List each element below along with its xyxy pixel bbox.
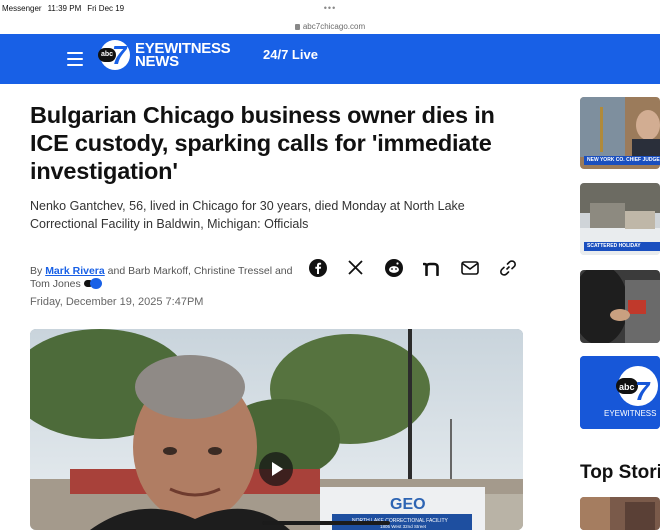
- top-stories-heading: Top Stories: [580, 462, 660, 483]
- more-dots-icon[interactable]: •••: [324, 3, 336, 13]
- svg-text:abc: abc: [619, 382, 635, 392]
- article-byline: By Mark Rivera and Barb Markoff, Christi…: [30, 265, 300, 291]
- thumb2-chyron: SCATTERED HOLIDAY: [584, 242, 660, 251]
- logo-seven-text: 7: [112, 40, 127, 70]
- live-stream-link[interactable]: 24/7 Live: [263, 47, 318, 62]
- address-bar[interactable]: abc7chicago.com: [0, 22, 660, 31]
- lock-icon: [294, 24, 300, 30]
- email-icon[interactable]: [459, 257, 480, 278]
- article-video[interactable]: GEO NORTH LAKE CORRECTIONAL FACILITY 180…: [30, 329, 523, 530]
- author-link[interactable]: Mark Rivera: [45, 265, 105, 277]
- byline-prefix: By: [30, 265, 43, 277]
- status-app-name[interactable]: Messenger: [2, 4, 42, 13]
- thumb4-image: abc 7 EYEWITNESS: [580, 356, 660, 429]
- related-story-thumb-3[interactable]: [580, 270, 660, 343]
- related-story-thumb-1[interactable]: NEW YORK CO. CHIEF JUDGE TO RESIGN: [580, 97, 660, 169]
- logo-wordmark: EYEWITNESS NEWS: [135, 41, 231, 69]
- nextdoor-icon[interactable]: [421, 257, 442, 278]
- status-date: Fri Dec 19: [87, 3, 125, 13]
- thumb3-image: [580, 270, 660, 343]
- site-header: abc 7 EYEWITNESS NEWS 24/7 Live: [0, 34, 660, 84]
- top-story-thumb-1[interactable]: [580, 497, 660, 530]
- article-headline: Bulgarian Chicago business owner dies in…: [30, 102, 495, 184]
- related-story-thumb-4[interactable]: abc 7 EYEWITNESS: [580, 356, 660, 429]
- thumb1-chyron: NEW YORK CO. CHIEF JUDGE TO RESIGN: [584, 156, 660, 165]
- video-play-button[interactable]: [259, 452, 293, 486]
- thumb4-caption: EYEWITNESS: [604, 409, 656, 418]
- article-date: Friday, December 19, 2025 7:47PM: [30, 296, 204, 308]
- video-sign-brand: GEO: [390, 496, 426, 513]
- facebook-icon[interactable]: [307, 257, 328, 278]
- status-time: 11:39 PM: [47, 3, 82, 13]
- copy-link-icon[interactable]: [497, 257, 518, 278]
- article-subhead: Nenko Gantchev, 56, lived in Chicago for…: [30, 199, 465, 231]
- status-bar: Messenger 11:39 PM Fri Dec 19 •••: [0, 0, 660, 16]
- share-bar: [307, 257, 518, 278]
- hamburger-menu-icon[interactable]: [67, 52, 83, 66]
- top-story-thumb-image: [580, 497, 660, 530]
- site-logo[interactable]: abc 7 EYEWITNESS NEWS: [98, 40, 231, 70]
- related-story-thumb-2[interactable]: SCATTERED HOLIDAY: [580, 183, 660, 255]
- reddit-icon[interactable]: [383, 257, 404, 278]
- abc7-logo-icon: abc 7: [98, 40, 130, 70]
- abc7-mini-logo-icon: [83, 278, 104, 289]
- x-icon[interactable]: [345, 257, 366, 278]
- url-text: abc7chicago.com: [302, 22, 366, 31]
- video-still-image: GEO NORTH LAKE CORRECTIONAL FACILITY 180…: [30, 329, 523, 530]
- home-indicator[interactable]: [262, 521, 390, 525]
- svg-text:7: 7: [635, 376, 651, 406]
